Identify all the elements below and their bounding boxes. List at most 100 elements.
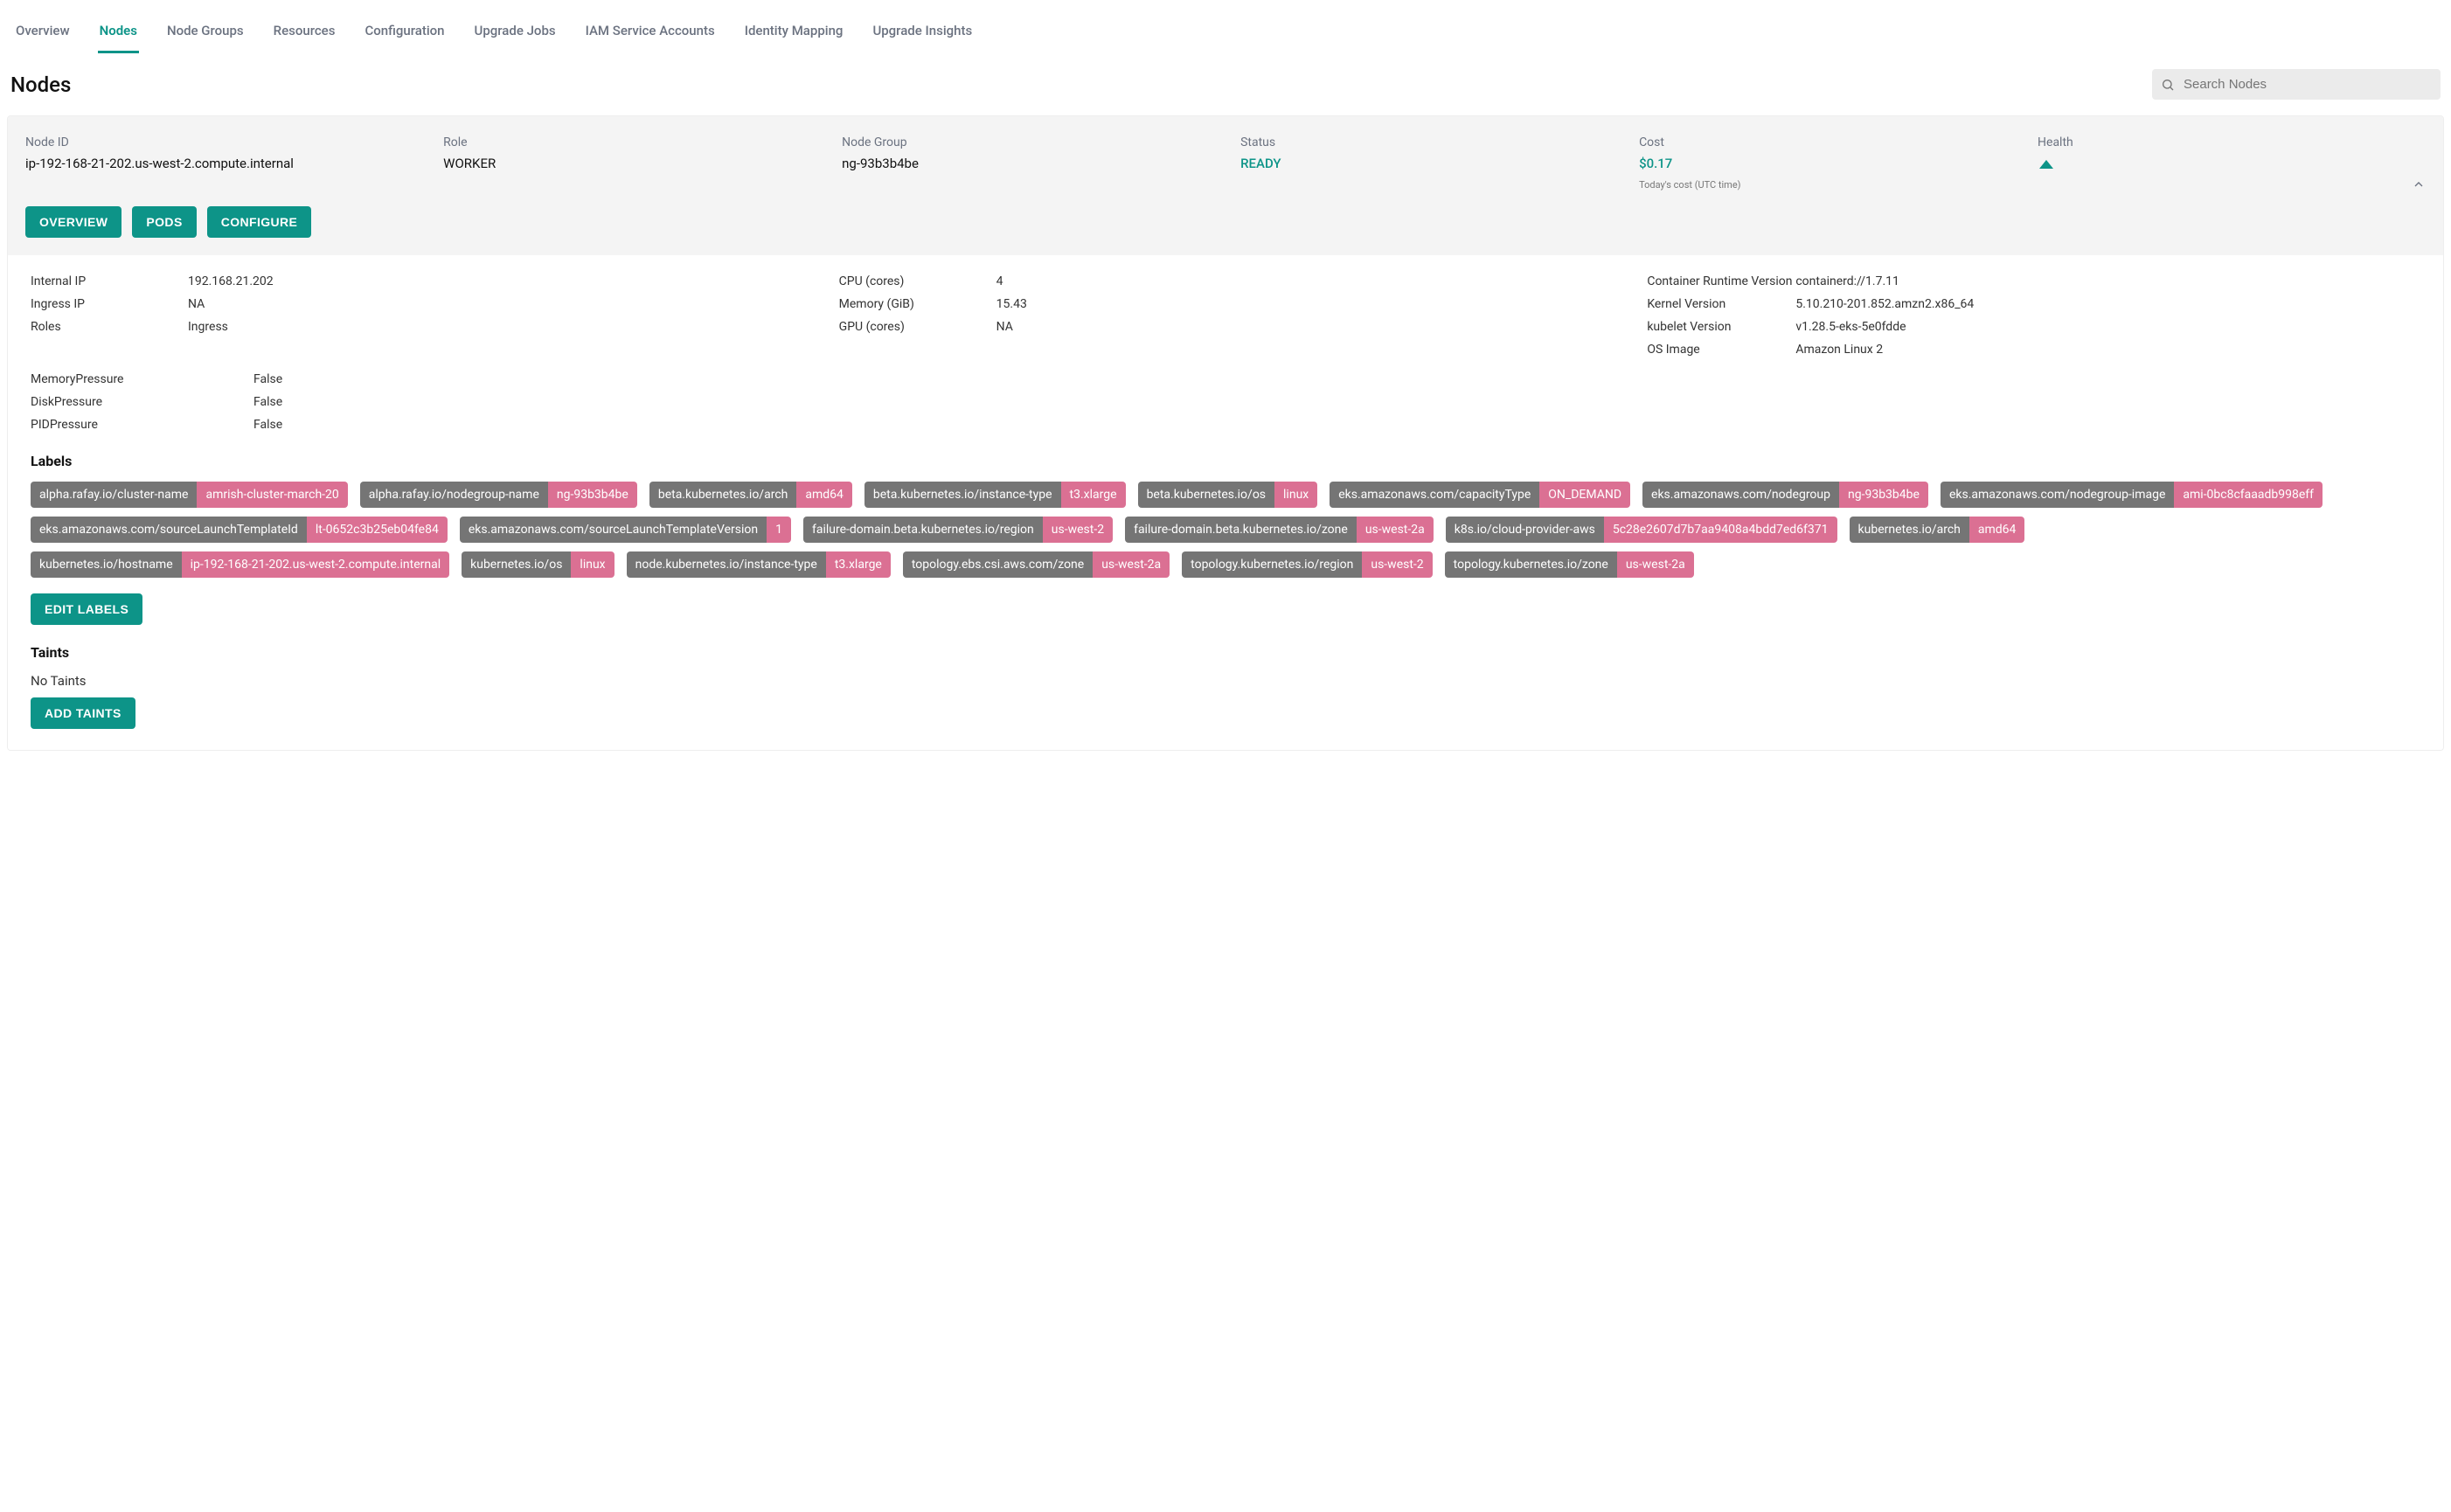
node-id-value: ip-192-168-21-202.us-west-2.compute.inte… (25, 155, 433, 174)
label-key: k8s.io/cloud-provider-aws (1446, 517, 1604, 543)
label-value: us-west-2a (1093, 551, 1170, 578)
label-value: amd64 (796, 482, 852, 508)
summary-status: Status READY (1240, 135, 1628, 191)
label-key: node.kubernetes.io/instance-type (627, 551, 826, 578)
search-input[interactable] (2152, 69, 2441, 100)
add-taints-button[interactable]: ADD TAINTS (31, 697, 135, 729)
detail-label: Roles (31, 320, 188, 334)
detail-label: Memory (GiB) (839, 297, 996, 311)
pods-button[interactable]: PODS (132, 206, 196, 238)
summary-cost: Cost $0.17 Today's cost (UTC time) (1639, 135, 2027, 191)
tab-upgrade-jobs[interactable]: Upgrade Jobs (473, 16, 558, 53)
label-key: topology.ebs.csi.aws.com/zone (903, 551, 1093, 578)
label-chip: alpha.rafay.io/nodegroup-nameng-93b3b4be (360, 482, 637, 508)
role-label: Role (443, 135, 831, 149)
label-key: eks.amazonaws.com/capacityType (1330, 482, 1539, 508)
pressure-value: False (253, 372, 2420, 386)
label-value: 5c28e2607d7b7aa9408a4bdd7ed6f371 (1604, 517, 1837, 543)
tab-overview[interactable]: Overview (14, 16, 72, 53)
detail-label: GPU (cores) (839, 320, 996, 334)
label-value: ami-0bc8cfaaadb998eff (2174, 482, 2323, 508)
label-key: failure-domain.beta.kubernetes.io/region (803, 517, 1043, 543)
label-chip: kubernetes.io/oslinux (462, 551, 614, 578)
label-chip: alpha.rafay.io/cluster-nameamrish-cluste… (31, 482, 348, 508)
edit-labels-button[interactable]: EDIT LABELS (31, 593, 142, 625)
label-chip: eks.amazonaws.com/sourceLaunchTemplateVe… (460, 517, 791, 543)
tab-identity-mapping[interactable]: Identity Mapping (743, 16, 845, 53)
label-value: us-west-2 (1362, 551, 1432, 578)
configure-button[interactable]: CONFIGURE (207, 206, 312, 238)
label-key: alpha.rafay.io/nodegroup-name (360, 482, 548, 508)
tab-iam-service-accounts[interactable]: IAM Service Accounts (584, 16, 717, 53)
label-chip: eks.amazonaws.com/nodegroupng-93b3b4be (1642, 482, 1928, 508)
health-label: Health (2038, 135, 2426, 149)
label-key: eks.amazonaws.com/sourceLaunchTemplateVe… (460, 517, 767, 543)
overview-button[interactable]: OVERVIEW (25, 206, 122, 238)
chevron-up-icon (2412, 177, 2426, 191)
tab-resources[interactable]: Resources (272, 16, 337, 53)
label-key: eks.amazonaws.com/nodegroup-image (1941, 482, 2174, 508)
taints-heading: Taints (31, 644, 2420, 661)
labels-list: alpha.rafay.io/cluster-nameamrish-cluste… (31, 482, 2420, 578)
node-group-label: Node Group (842, 135, 1230, 149)
detail-value: Ingress (188, 320, 804, 334)
label-chip: eks.amazonaws.com/sourceLaunchTemplateId… (31, 517, 448, 543)
label-key: kubernetes.io/hostname (31, 551, 182, 578)
detail-value: 4 (996, 274, 1613, 288)
pressure-label: PIDPressure (31, 418, 253, 432)
summary-role: Role WORKER (443, 135, 831, 191)
label-value: ON_DEMAND (1539, 482, 1630, 508)
tab-nodes[interactable]: Nodes (98, 16, 139, 53)
details-left-column: Internal IP192.168.21.202Ingress IPNARol… (31, 274, 804, 357)
label-chip: k8s.io/cloud-provider-aws5c28e2607d7b7aa… (1446, 517, 1837, 543)
pressure-value: False (253, 395, 2420, 409)
pressure-label: DiskPressure (31, 395, 253, 409)
label-key: topology.kubernetes.io/region (1182, 551, 1362, 578)
label-chip: topology.kubernetes.io/zoneus-west-2a (1445, 551, 1694, 578)
label-value: linux (571, 551, 614, 578)
label-value: amrish-cluster-march-20 (197, 482, 347, 508)
detail-label: Ingress IP (31, 297, 188, 311)
node-id-label: Node ID (25, 135, 433, 149)
label-key: kubernetes.io/arch (1850, 517, 1969, 543)
label-key: topology.kubernetes.io/zone (1445, 551, 1617, 578)
label-chip: failure-domain.beta.kubernetes.io/region… (803, 517, 1113, 543)
label-chip: beta.kubernetes.io/oslinux (1138, 482, 1318, 508)
labels-heading: Labels (31, 453, 2420, 469)
label-value: 1 (767, 517, 791, 543)
status-value: READY (1240, 155, 1628, 174)
summary-node-id: Node ID ip-192-168-21-202.us-west-2.comp… (25, 135, 433, 191)
detail-value: containerd://1.7.11 (1795, 274, 2420, 288)
detail-label: Container Runtime Version (1647, 274, 1795, 288)
cost-label: Cost (1639, 135, 2027, 149)
details-right-column: Container Runtime Versioncontainerd://1.… (1647, 274, 2420, 357)
tab-upgrade-insights[interactable]: Upgrade Insights (871, 16, 974, 53)
cost-value: $0.17 (1639, 155, 2027, 174)
label-chip: node.kubernetes.io/instance-typet3.xlarg… (627, 551, 891, 578)
search-wrap (2152, 69, 2441, 100)
label-key: beta.kubernetes.io/instance-type (864, 482, 1061, 508)
label-chip: topology.kubernetes.io/regionus-west-2 (1182, 551, 1433, 578)
tabs-bar: Overview Nodes Node Groups Resources Configu… (7, 7, 2444, 53)
summary-health: Health (2038, 135, 2426, 191)
detail-grid: Internal IP192.168.21.202Ingress IPNARol… (31, 274, 2420, 357)
label-key: beta.kubernetes.io/arch (649, 482, 797, 508)
detail-label: Internal IP (31, 274, 188, 288)
tab-node-groups[interactable]: Node Groups (165, 16, 246, 53)
collapse-toggle[interactable] (2412, 177, 2426, 195)
page-header: Nodes (7, 69, 2444, 100)
pressure-value: False (253, 418, 2420, 432)
detail-value: NA (188, 297, 804, 311)
detail-label: OS Image (1647, 343, 1795, 357)
tab-configuration[interactable]: Configuration (363, 16, 446, 53)
label-chip: topology.ebs.csi.aws.com/zoneus-west-2a (903, 551, 1170, 578)
label-value: us-west-2a (1357, 517, 1434, 543)
role-value: WORKER (443, 155, 831, 174)
cost-sub: Today's cost (UTC time) (1639, 179, 2027, 191)
label-key: failure-domain.beta.kubernetes.io/zone (1125, 517, 1357, 543)
label-value: ng-93b3b4be (548, 482, 637, 508)
detail-label: Kernel Version (1647, 297, 1795, 311)
label-chip: kubernetes.io/hostnameip-192-168-21-202.… (31, 551, 449, 578)
label-key: eks.amazonaws.com/nodegroup (1642, 482, 1839, 508)
node-summary: Node ID ip-192-168-21-202.us-west-2.comp… (8, 116, 2443, 255)
